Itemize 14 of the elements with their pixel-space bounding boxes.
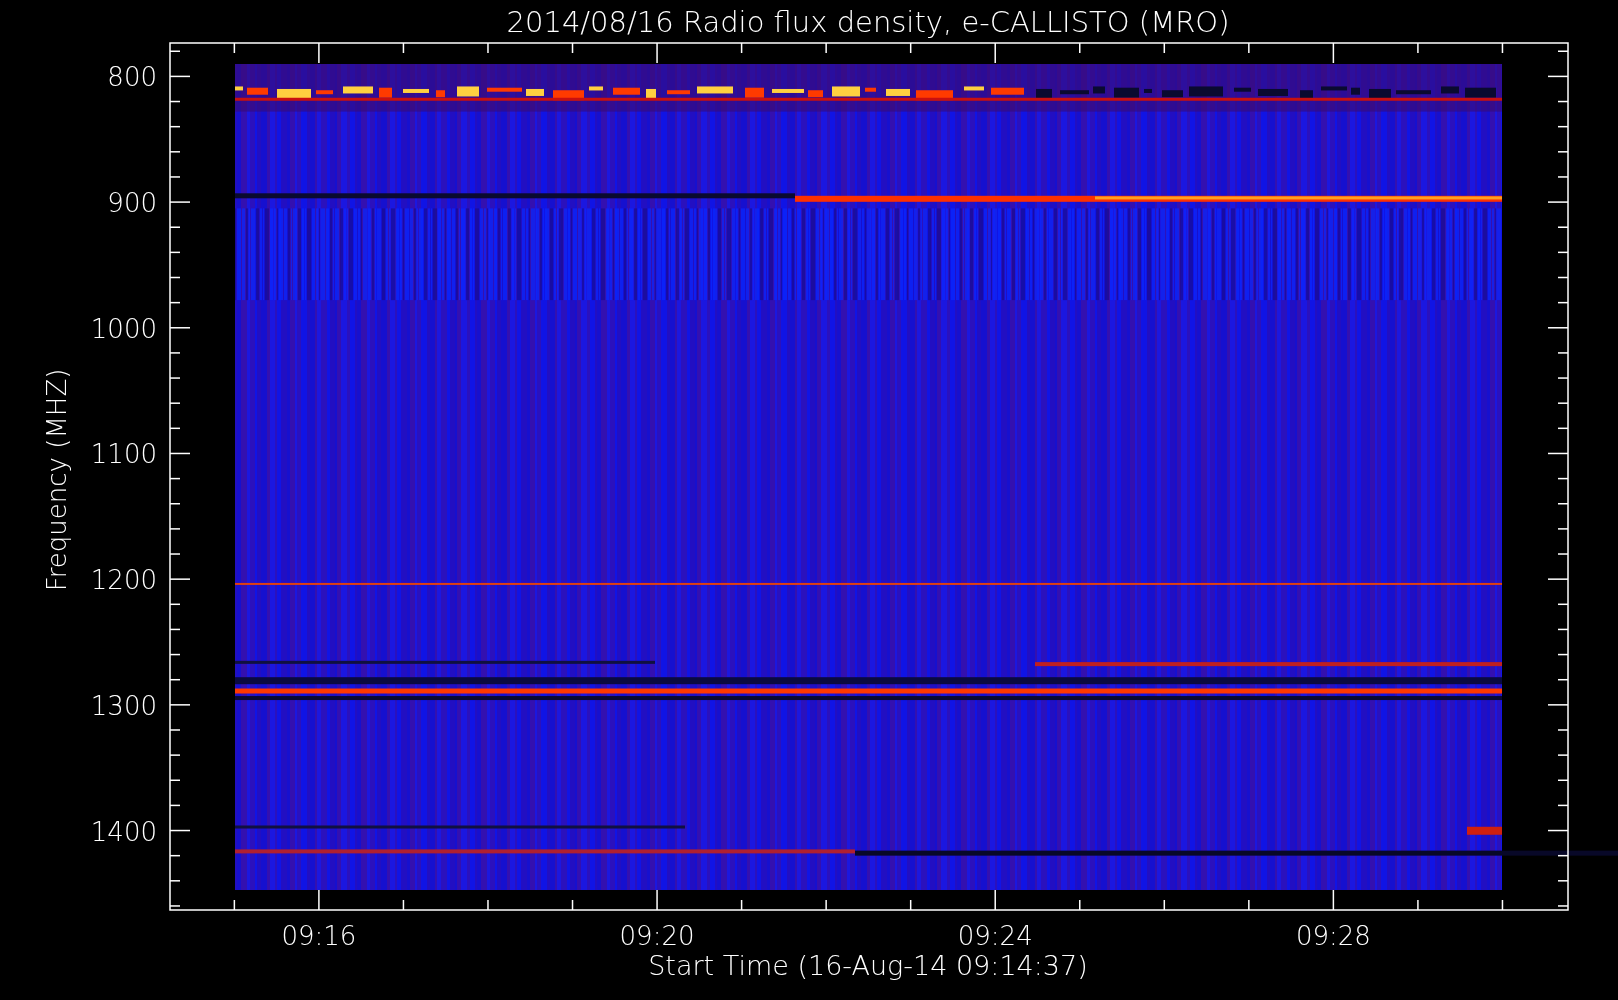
tick-label: 1100 xyxy=(90,439,157,470)
axis-title: Start Time (16-Aug-14 09:14:37) xyxy=(648,950,1088,981)
tick-label: 1400 xyxy=(90,816,157,847)
tick-label: 09:28 xyxy=(1295,921,1371,951)
axis-title: Frequency (MHZ) xyxy=(42,368,72,592)
chart-title: 2014/08/16 Radio flux density, e-CALLISTO (MRO) xyxy=(506,5,1230,39)
tick-label: 1000 xyxy=(90,313,157,344)
tick-label: 09:20 xyxy=(619,921,695,951)
tick-label: 1200 xyxy=(90,565,157,596)
tick-label: 09:16 xyxy=(281,921,357,951)
tick-label: 09:24 xyxy=(957,921,1033,951)
tick-label: 1300 xyxy=(90,690,157,721)
tick-label: 800 xyxy=(107,62,157,93)
tick-label: 900 xyxy=(107,188,157,219)
